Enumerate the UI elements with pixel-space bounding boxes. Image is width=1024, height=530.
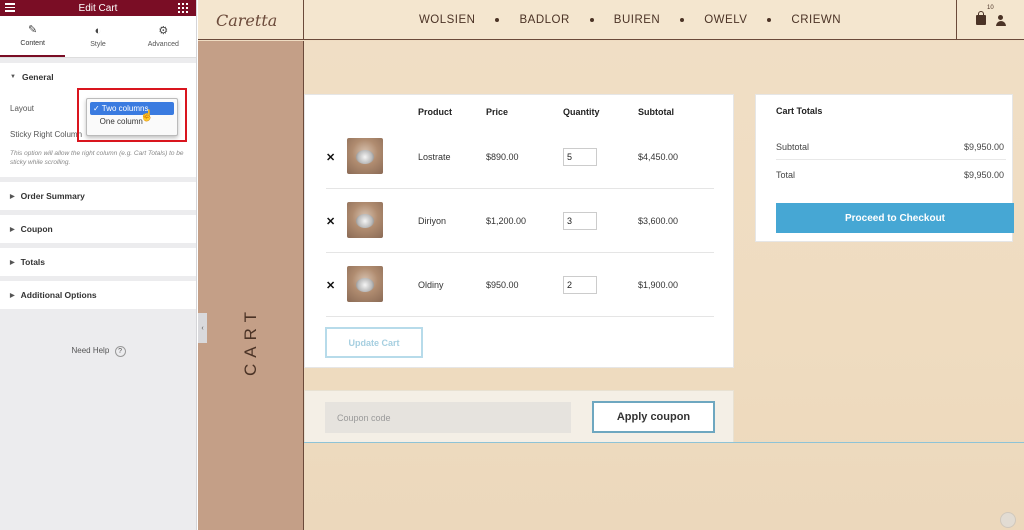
product-price: $890.00 <box>486 152 519 162</box>
cart-totals: Cart Totals Subtotal $9,950.00 Total $9,… <box>755 94 1014 242</box>
cart-count-badge: 10 <box>987 5 994 11</box>
caret-down-icon: ▼ <box>10 74 16 80</box>
tab-content-label: Content <box>20 39 45 47</box>
sticky-right-column-label: Sticky Right Column <box>10 129 83 139</box>
section-title: Additional Options <box>20 290 97 301</box>
shopping-bag-icon[interactable] <box>975 11 986 25</box>
table-row: ✕ Oldiny $950.00 $1,900.00 <box>305 253 735 317</box>
widgets-grid-icon[interactable] <box>178 3 188 13</box>
red-highlight-box <box>77 88 187 142</box>
section-general-title: General <box>21 72 54 82</box>
coupon-section: Apply coupon <box>304 390 734 443</box>
remove-item-icon[interactable]: ✕ <box>326 151 335 164</box>
floating-editor-icon[interactable] <box>1000 512 1016 528</box>
section-divider <box>304 442 1024 443</box>
header-icons: 10 <box>956 0 1024 40</box>
section-title: Coupon <box>20 224 53 235</box>
nav-item-wolsien[interactable]: WOLSIEN <box>419 14 476 26</box>
tab-content[interactable]: ✎ Content <box>0 16 66 57</box>
header-price: Price <box>486 107 509 117</box>
section-coupon[interactable]: ▶ Coupon <box>0 215 196 244</box>
remove-item-icon[interactable]: ✕ <box>326 215 335 228</box>
nav-separator-dot <box>495 18 500 22</box>
cart-page-label: CART <box>241 306 260 376</box>
layout-label: Layout <box>10 103 35 113</box>
gear-icon: ⚙ <box>158 24 169 37</box>
site-logo[interactable]: Caretta <box>198 0 304 40</box>
panel-title: Edit Cart <box>78 2 118 14</box>
quantity-input[interactable] <box>563 212 597 230</box>
product-name[interactable]: Diriyon <box>418 216 446 226</box>
nav-separator-dot <box>589 18 594 22</box>
header-subtotal: Subtotal <box>638 107 674 117</box>
apply-coupon-button[interactable]: Apply coupon <box>592 401 715 433</box>
product-price: $950.00 <box>486 280 519 290</box>
need-help-link[interactable]: Need Help ? <box>0 346 197 357</box>
product-subtotal: $4,450.00 <box>638 152 679 162</box>
tab-style[interactable]: ◐ Style <box>65 16 130 57</box>
site-logo-text: Caretta <box>216 10 278 30</box>
coupon-code-input[interactable] <box>325 402 571 433</box>
section-title: Order Summary <box>20 191 85 202</box>
panel-header: Edit Cart <box>0 0 196 16</box>
nav-separator-dot <box>767 18 772 22</box>
product-name[interactable]: Oldiny <box>418 280 444 290</box>
table-row: ✕ Diriyon $1,200.00 $3,600.00 <box>305 189 735 253</box>
site-preview: Caretta WOLSIEN BADLOR BUIREN OWELV CRIE… <box>198 0 1024 530</box>
product-thumbnail[interactable] <box>347 266 383 302</box>
quantity-input[interactable] <box>563 276 597 294</box>
tab-advanced[interactable]: ⚙ Advanced <box>131 16 196 57</box>
quantity-input[interactable] <box>563 148 597 166</box>
nav-separator-dot <box>680 18 685 22</box>
remove-item-icon[interactable]: ✕ <box>326 279 335 292</box>
caret-right-icon: ▶ <box>10 259 15 266</box>
editor-panel: Edit Cart ✎ Content ◐ Style ⚙ Advanced ▼… <box>0 0 197 530</box>
nav-item-badlor[interactable]: BADLOR <box>519 14 569 26</box>
product-subtotal: $1,900.00 <box>638 280 679 290</box>
collapse-panel-arrow-icon[interactable]: ‹ <box>198 313 207 343</box>
hand-cursor-icon: ☝ <box>140 110 154 122</box>
product-thumbnail[interactable] <box>347 202 383 238</box>
half-circle-icon: ◐ <box>94 24 102 37</box>
tab-style-label: Style <box>90 40 106 48</box>
subtotal-value: $9,950.00 <box>963 142 1004 152</box>
subtotal-label: Subtotal <box>776 142 810 152</box>
nav-item-criewn[interactable]: CRIEWN <box>791 14 841 26</box>
main-nav: WOLSIEN BADLOR BUIREN OWELV CRIEWN <box>304 0 956 40</box>
nav-item-owelv[interactable]: OWELV <box>704 14 747 26</box>
hamburger-menu-icon[interactable] <box>5 3 15 14</box>
section-general-header[interactable]: ▼ General <box>0 63 196 91</box>
question-icon: ? <box>114 346 126 357</box>
site-header: Caretta WOLSIEN BADLOR BUIREN OWELV CRIE… <box>198 0 1024 40</box>
caret-right-icon: ▶ <box>10 292 15 299</box>
section-order-summary[interactable]: ▶ Order Summary <box>0 182 196 211</box>
cart-side-strip: CART ‹ <box>198 41 304 530</box>
tab-advanced-label: Advanced <box>147 40 179 48</box>
product-price: $1,200.00 <box>486 216 527 226</box>
product-subtotal: $3,600.00 <box>638 216 679 226</box>
user-account-icon[interactable] <box>995 14 1006 26</box>
caret-right-icon: ▶ <box>10 193 15 200</box>
proceed-to-checkout-button[interactable]: Proceed to Checkout <box>776 203 1014 233</box>
table-row: ✕ Lostrate $890.00 $4,450.00 <box>305 125 735 189</box>
update-cart-button[interactable]: Update Cart <box>325 327 423 358</box>
pencil-icon: ✎ <box>28 23 38 36</box>
sticky-help-text: This option will allow the right column … <box>10 150 184 167</box>
cart-table: Product Price Quantity Subtotal ✕ Lostra… <box>304 94 734 368</box>
section-additional-options[interactable]: ▶ Additional Options <box>0 281 196 310</box>
product-thumbnail[interactable] <box>347 138 383 174</box>
product-name[interactable]: Lostrate <box>418 152 451 162</box>
header-product: Product <box>418 107 453 117</box>
section-totals[interactable]: ▶ Totals <box>0 248 196 277</box>
total-value: $9,950.00 <box>963 170 1004 180</box>
panel-tabs: ✎ Content ◐ Style ⚙ Advanced <box>0 16 196 58</box>
nav-item-buiren[interactable]: BUIREN <box>614 14 660 26</box>
header-quantity: Quantity <box>563 107 600 117</box>
section-title: Totals <box>20 257 46 268</box>
cart-totals-title: Cart Totals <box>776 106 823 116</box>
caret-right-icon: ▶ <box>10 226 15 233</box>
total-label: Total <box>776 170 796 180</box>
need-help-label: Need Help <box>71 346 110 355</box>
